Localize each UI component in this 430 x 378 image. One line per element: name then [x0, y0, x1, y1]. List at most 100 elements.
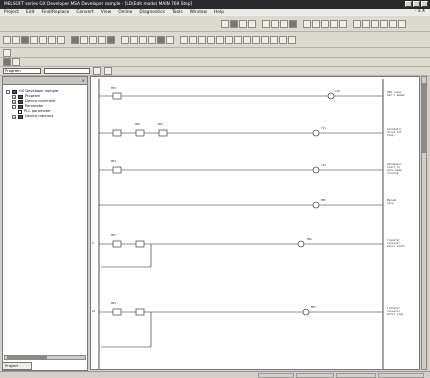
expand-icon[interactable]: + — [12, 94, 16, 99]
tb-1-icon[interactable] — [221, 19, 229, 28]
ladder-editor[interactable]: M50 M60 M61 M62 M63 M64 0 24 Y10 Y11 Y12… — [90, 76, 420, 370]
rung-6-contact-a[interactable] — [112, 308, 122, 316]
read-plc-icon[interactable] — [121, 35, 129, 44]
expand-icon[interactable]: + — [12, 99, 16, 104]
tb-9-icon[interactable] — [303, 19, 311, 28]
open-project-icon[interactable] — [12, 35, 20, 44]
rung-5-contact-b[interactable] — [135, 240, 145, 248]
menu-online[interactable]: Online — [117, 10, 133, 15]
insert-line-icon[interactable] — [288, 35, 296, 44]
delete-line-icon[interactable] — [279, 35, 287, 44]
ladder-vscroll-thumb[interactable] — [422, 83, 426, 153]
closed-contact-icon[interactable] — [189, 35, 197, 44]
program-list-icon[interactable] — [104, 67, 112, 75]
project-view-icon[interactable] — [12, 58, 20, 66]
tb-19-icon[interactable] — [398, 19, 406, 28]
invert-icon[interactable] — [270, 35, 278, 44]
tb-4-icon[interactable] — [248, 19, 256, 28]
tb-6-icon[interactable] — [271, 19, 279, 28]
list-mode-icon[interactable] — [166, 35, 174, 44]
rung-2-coil[interactable] — [312, 129, 320, 137]
menu-find-replace[interactable]: Find/Replace — [41, 10, 71, 15]
menu-diagnostics[interactable]: Diagnostics — [138, 10, 165, 15]
program-dropdown[interactable]: Program — [3, 68, 41, 74]
copy-icon[interactable] — [48, 35, 56, 44]
tb-13-icon[interactable] — [339, 19, 347, 28]
rung-5-coil[interactable] — [297, 240, 305, 248]
menu-convert[interactable]: Convert — [75, 10, 94, 15]
program-name-dropdown[interactable] — [44, 68, 90, 74]
expand-icon[interactable]: + — [12, 114, 16, 119]
rung-1-contact[interactable] — [112, 92, 122, 100]
monitor-icon[interactable] — [107, 35, 115, 44]
menu-edit[interactable]: Edit — [25, 10, 36, 15]
rung-2-contact-a[interactable] — [112, 129, 122, 137]
rung-6-contact-b[interactable] — [135, 308, 145, 316]
tb-14-icon[interactable] — [353, 19, 361, 28]
tb-5-icon[interactable] — [262, 19, 270, 28]
open-contact-icon[interactable] — [180, 35, 188, 44]
new-project-icon[interactable] — [3, 35, 11, 44]
save-icon[interactable] — [21, 35, 29, 44]
rung-5-contact-a[interactable] — [112, 240, 122, 248]
tb-2-icon[interactable] — [230, 19, 238, 28]
replace-icon[interactable] — [98, 35, 106, 44]
comment-toggle-icon[interactable] — [3, 48, 11, 57]
find-icon[interactable] — [89, 35, 97, 44]
menu-tools[interactable]: Tools — [171, 10, 184, 15]
rung-1-coil[interactable] — [327, 92, 335, 100]
close-icon[interactable]: × — [82, 77, 85, 85]
minimize-button[interactable] — [405, 1, 412, 7]
rung-3-coil[interactable] — [312, 166, 320, 174]
redo-icon[interactable] — [80, 35, 88, 44]
program-settings-icon[interactable] — [93, 67, 101, 75]
cut-icon[interactable] — [39, 35, 47, 44]
collapse-icon[interactable]: - — [12, 104, 16, 109]
paste-icon[interactable] — [57, 35, 65, 44]
mdi-controls[interactable]: - a X — [414, 9, 426, 14]
rising-edge-icon[interactable] — [252, 35, 260, 44]
rung-3-contact[interactable] — [112, 166, 122, 174]
parallel-closed-icon[interactable] — [207, 35, 215, 44]
convert-icon[interactable] — [148, 35, 156, 44]
coil-icon[interactable] — [216, 35, 224, 44]
maximize-button[interactable] — [413, 1, 420, 7]
vline-icon[interactable] — [243, 35, 251, 44]
rung-6-coil[interactable] — [302, 308, 310, 316]
navigator-hscroll-thumb[interactable] — [7, 356, 47, 359]
verify-icon[interactable] — [139, 35, 147, 44]
rung-2-contact-c[interactable] — [158, 129, 168, 137]
menu-window[interactable]: Window — [189, 10, 208, 15]
tb-8-icon[interactable] — [289, 19, 297, 28]
menu-view[interactable]: View — [100, 10, 112, 15]
rung-4-coil[interactable] — [312, 201, 320, 209]
write-plc-icon[interactable] — [130, 35, 138, 44]
tb-18-icon[interactable] — [389, 19, 397, 28]
menu-help[interactable]: Help — [213, 10, 225, 15]
tb-16-icon[interactable] — [371, 19, 379, 28]
function-icon[interactable] — [225, 35, 233, 44]
falling-edge-icon[interactable] — [261, 35, 269, 44]
project-tab[interactable]: Project — [2, 362, 32, 370]
tb-15-icon[interactable] — [362, 19, 370, 28]
tb-10-icon[interactable] — [312, 19, 320, 28]
project-navigator: × - GX Developer sample + Program + Devi… — [2, 76, 88, 371]
parallel-open-icon[interactable] — [198, 35, 206, 44]
collapse-icon[interactable]: - — [6, 89, 10, 94]
project-tree-icon[interactable] — [3, 58, 11, 66]
menu-project[interactable]: Project — [3, 10, 20, 15]
tb-12-icon[interactable] — [330, 19, 338, 28]
tb-11-icon[interactable] — [321, 19, 329, 28]
hline-icon[interactable] — [234, 35, 242, 44]
print-icon[interactable] — [30, 35, 38, 44]
tb-7-icon[interactable] — [280, 19, 288, 28]
navigator-hscroll[interactable] — [4, 355, 86, 360]
ladder-mode-icon[interactable] — [157, 35, 165, 44]
tb-3-icon[interactable] — [239, 19, 247, 28]
tree-item-device-memory[interactable]: + Device memory — [6, 114, 85, 119]
tb-17-icon[interactable] — [380, 19, 388, 28]
undo-icon[interactable] — [71, 35, 79, 44]
rung-2-contact-b[interactable] — [135, 129, 145, 137]
ladder-vscroll[interactable] — [421, 76, 427, 370]
close-button[interactable] — [421, 1, 428, 7]
